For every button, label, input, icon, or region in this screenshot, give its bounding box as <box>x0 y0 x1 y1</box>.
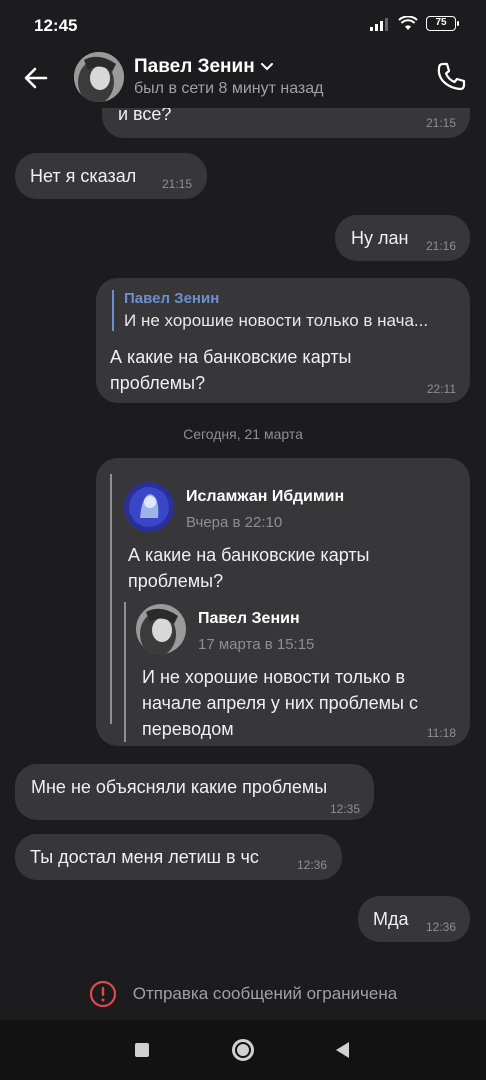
messaging-restricted-bar: Отправка сообщений ограничена <box>0 968 486 1020</box>
restricted-text: Отправка сообщений ограничена <box>132 984 398 1003</box>
message-text: и все? <box>118 108 172 124</box>
message-incoming[interactable]: Мне не объясняли какие проблемы 12:35 <box>15 764 374 820</box>
message-text: Ну лан <box>351 228 409 248</box>
message-outgoing[interactable]: и все? 21:15 <box>102 108 470 138</box>
message-text: Мне не объясняли какие проблемы <box>31 777 328 797</box>
forwarded-date: Вчера в 22:10 <box>186 514 283 531</box>
forwarded-text-line: И не хорошие новости только в <box>142 667 406 687</box>
message-time: 22:11 <box>426 382 456 396</box>
battery-icon: 75 <box>426 16 459 31</box>
contact-name-text: Павел Зенин <box>134 56 255 77</box>
status-icons: 75 <box>370 16 459 31</box>
message-text: А какие на банковские карты проблемы? <box>110 344 352 396</box>
forwarded-inner-name: Павел Зенин <box>198 610 300 627</box>
forwarded-inner-text: И не хорошие новости только в начале апр… <box>142 664 418 742</box>
message-text-line: А какие на банковские карты <box>110 347 352 367</box>
message-list[interactable]: и все? 21:15 Нет я сказал 21:15 Ну лан 2… <box>0 108 486 968</box>
status-time: 12:45 <box>34 16 78 35</box>
status-bar: 12:45 75 <box>0 0 486 52</box>
forwarded-inner[interactable]: Павел Зенин 17 марта в 15:15 И не хороши… <box>124 602 454 742</box>
message-time: 12:36 <box>425 920 456 934</box>
message-text-line: проблемы? <box>110 373 206 393</box>
reply-quote-text: И не хорошие новости только в нача... <box>124 311 429 330</box>
message-incoming[interactable]: Нет я сказал 21:15 <box>15 153 207 199</box>
message-time: 11:18 <box>426 726 456 740</box>
contact-name[interactable]: Павел Зенин <box>134 56 273 78</box>
chat-header: Павел Зенин был в сети 8 минут назад <box>0 52 486 108</box>
avatar-photo-icon <box>124 482 174 532</box>
forwarded-text-line: начале апреля у них проблемы с <box>142 693 418 713</box>
message-time: 21:15 <box>425 116 456 130</box>
warning-icon <box>89 980 116 1008</box>
message-time: 21:16 <box>425 239 456 253</box>
forwarded-text-line: проблемы? <box>128 571 224 591</box>
message-time: 12:35 <box>329 802 360 816</box>
avatar-photo-icon <box>74 52 124 102</box>
system-navigation-bar <box>0 1020 486 1080</box>
message-outgoing[interactable]: Мда 12:36 <box>358 896 470 942</box>
chevron-down-icon <box>260 63 273 71</box>
message-time: 21:15 <box>161 177 192 191</box>
contact-status: был в сети 8 минут назад <box>134 80 324 97</box>
message-text: Ты достал меня летиш в чс <box>30 847 259 867</box>
forwarded-text-line: переводом <box>142 719 234 739</box>
reply-quote-author: Павел Зенин <box>124 290 220 307</box>
back-triangle-icon[interactable] <box>336 1042 349 1058</box>
date-separator: Сегодня, 21 марта <box>183 426 303 442</box>
forwarded-text: А какие на банковские карты проблемы? <box>128 542 370 594</box>
message-outgoing-reply[interactable]: Павел Зенин И не хорошие новости только … <box>96 278 470 403</box>
forwarded-author-name: Исламжан Ибдимин <box>186 488 345 505</box>
avatar-photo-icon <box>136 604 186 654</box>
forwarded-outer[interactable]: Исламжан Ибдимин Вчера в 22:10 А какие н… <box>110 474 460 742</box>
message-outgoing[interactable]: Ну лан 21:16 <box>335 215 470 261</box>
wifi-icon <box>398 16 418 30</box>
back-arrow-icon[interactable] <box>20 62 52 94</box>
message-text: Мда <box>373 909 409 929</box>
message-time: 12:36 <box>296 858 327 872</box>
signal-icon <box>370 17 388 31</box>
forwarded-author-avatar[interactable] <box>124 482 174 532</box>
forwarded-text-line: А какие на банковские карты <box>128 545 370 565</box>
contact-avatar[interactable] <box>74 52 124 102</box>
message-outgoing-forwarded[interactable]: Исламжан Ибдимин Вчера в 22:10 А какие н… <box>96 458 470 746</box>
message-incoming[interactable]: Ты достал меня летиш в чс 12:36 <box>15 834 342 880</box>
phone-icon[interactable] <box>434 60 468 94</box>
recents-square-icon[interactable] <box>135 1043 149 1057</box>
home-circle-icon[interactable] <box>232 1039 254 1061</box>
forwarded-inner-date: 17 марта в 15:15 <box>198 636 315 653</box>
reply-quote[interactable]: Павел Зенин И не хорошие новости только … <box>112 290 456 331</box>
forwarded-inner-avatar[interactable] <box>136 604 186 654</box>
message-text: Нет я сказал <box>30 166 137 186</box>
